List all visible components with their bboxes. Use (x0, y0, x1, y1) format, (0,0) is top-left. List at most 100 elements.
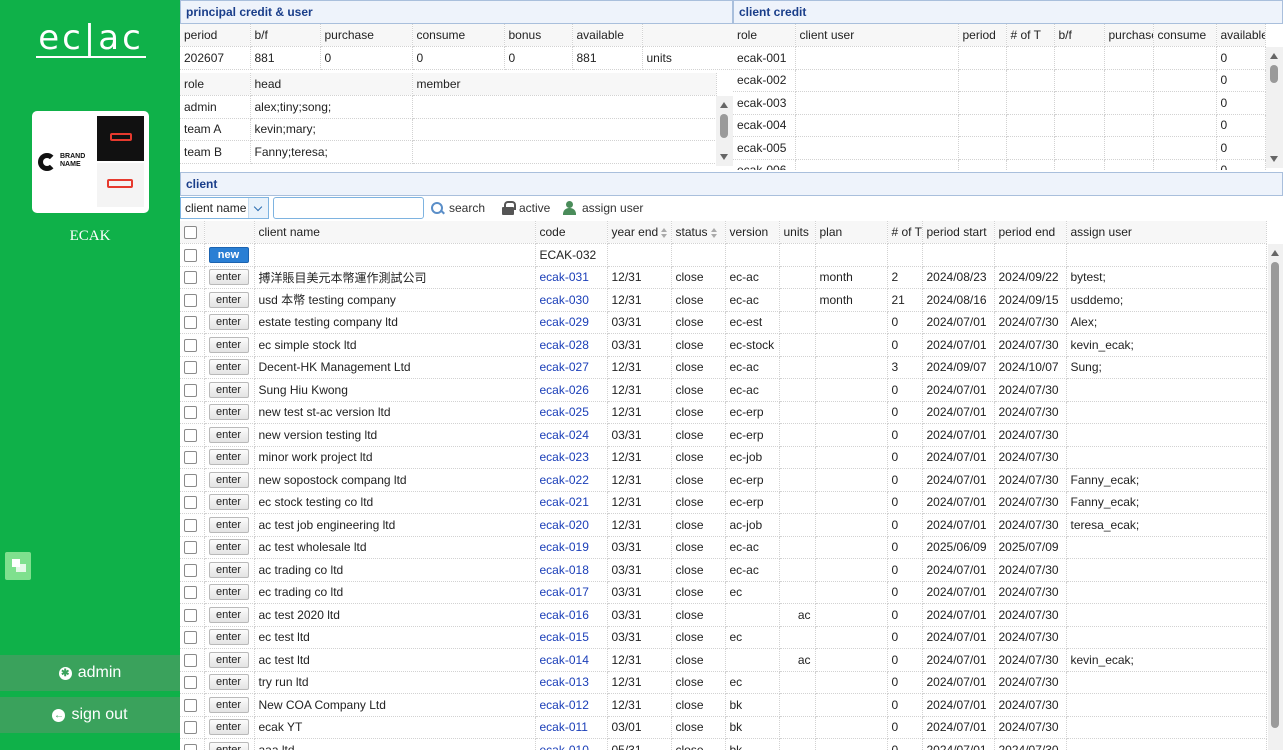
row-checkbox[interactable] (184, 653, 197, 667)
table-row[interactable]: enter 搏洋賬目美元本幣運作測試公司 ecak-031 12/31 close ec-… (180, 266, 1267, 289)
row-checkbox[interactable] (184, 338, 197, 352)
table-row[interactable]: admin alex;tiny;song; (180, 95, 717, 119)
client-code-link[interactable]: ecak-020 (540, 518, 589, 532)
enter-button[interactable]: enter (208, 426, 249, 443)
row-checkbox[interactable] (184, 631, 197, 645)
row-checkbox[interactable] (184, 428, 197, 442)
table-row[interactable]: enter ac trading co ltd ecak-018 03/31 close… (180, 558, 1267, 582)
search-button[interactable]: search (431, 197, 485, 219)
table-row[interactable]: enter ec simple stock ltd ecak-028 03/31 clo… (180, 333, 1267, 357)
column-header-period-end[interactable]: period end (994, 221, 1067, 244)
client-code-link[interactable]: ecak-018 (540, 563, 589, 577)
table-row[interactable]: enter new test st-ac version ltd ecak-025 1… (180, 401, 1267, 424)
table-row[interactable]: enter ac test job engineering ltd ecak-020… (180, 513, 1267, 537)
client-code-link[interactable]: ecak-014 (540, 653, 589, 667)
client-code-link[interactable]: ecak-015 (540, 630, 589, 644)
row-checkbox[interactable] (184, 496, 197, 510)
client-code-link[interactable]: ecak-027 (540, 360, 589, 374)
client-credit-scrollbar[interactable] (1266, 47, 1283, 168)
table-row[interactable]: ecak-002 0 (733, 69, 1266, 92)
table-row[interactable]: enter minor work project ltd ecak-023 12/31… (180, 446, 1267, 469)
row-checkbox[interactable] (184, 271, 197, 285)
table-row[interactable]: enter ecak YT ecak-011 03/01 close bk 0 2024/07… (180, 716, 1267, 739)
enter-button[interactable]: enter (208, 471, 249, 488)
table-row[interactable]: enter estate testing company ltd ecak-029 0… (180, 311, 1267, 334)
client-code-link[interactable]: ecak-028 (540, 338, 589, 352)
client-code-link[interactable]: ecak-030 (540, 293, 589, 307)
enter-button[interactable]: enter (208, 314, 249, 331)
enter-button[interactable]: enter (208, 561, 249, 578)
table-row[interactable]: enter aaa ltd ecak-010 05/31 close bk 0 2024/07… (180, 738, 1267, 750)
column-header-plan[interactable]: plan (815, 221, 888, 244)
row-checkbox[interactable] (184, 743, 197, 750)
table-row[interactable]: ecak-003 0 (733, 91, 1266, 115)
table-row[interactable]: ecak-001 0 (733, 46, 1266, 70)
client-scrollbar[interactable] (1268, 244, 1283, 750)
enter-button[interactable]: enter (208, 539, 249, 556)
column-header-code[interactable]: code (535, 221, 608, 244)
table-row[interactable]: enter ac test 2020 ltd ecak-016 03/31 close a… (180, 603, 1267, 627)
row-checkbox[interactable] (184, 698, 197, 712)
table-row[interactable]: team Akevin;mary; (180, 118, 717, 141)
enter-button[interactable]: enter (208, 269, 249, 286)
table-row[interactable]: enter Decent-HK Management Ltd ecak-027 12/… (180, 356, 1267, 379)
table-row[interactable]: team B Fanny;teresa; (180, 140, 717, 164)
enter-button[interactable]: enter (208, 381, 249, 398)
table-row[interactable]: enter usd 本幣 testing company ecak-030 12/31… (180, 288, 1267, 312)
enter-button[interactable]: enter (208, 449, 249, 466)
row-checkbox[interactable] (184, 248, 197, 262)
admin-button[interactable]: ✱ admin (0, 655, 180, 691)
row-checkbox[interactable] (184, 608, 197, 622)
column-header-units[interactable]: units (779, 221, 816, 244)
client-code-link[interactable]: ecak-031 (540, 270, 589, 284)
column-header-version[interactable]: version (725, 221, 780, 244)
client-code-link[interactable]: ecak-021 (540, 495, 589, 509)
enter-button[interactable]: enter (208, 719, 249, 736)
role-scrollbar[interactable] (716, 96, 733, 166)
client-code-link[interactable]: ecak-022 (540, 473, 589, 487)
table-row[interactable]: enter ec trading co ltd ecak-017 03/31 close… (180, 581, 1267, 604)
row-checkbox[interactable] (184, 563, 197, 577)
enter-button[interactable]: enter (208, 674, 249, 691)
sign-out-button[interactable]: ← sign out (0, 697, 180, 733)
table-row[interactable]: enter try run ltd ecak-013 12/31 close ec 0 202… (180, 671, 1267, 694)
client-search-input[interactable] (273, 197, 424, 219)
row-checkbox[interactable] (184, 473, 197, 487)
table-row[interactable]: enter Sung Hiu Kwong ecak-026 12/31 close ec-… (180, 378, 1267, 402)
row-checkbox[interactable] (184, 383, 197, 397)
client-code-link[interactable]: ecak-019 (540, 540, 589, 554)
table-row[interactable]: enter new sopostock compang ltd ecak-022 12… (180, 468, 1267, 492)
column-header-year-end[interactable]: year end (607, 221, 672, 244)
client-code-link[interactable]: ecak-017 (540, 585, 589, 599)
row-checkbox[interactable] (184, 451, 197, 465)
column-header-status[interactable]: status (671, 221, 726, 244)
table-row[interactable]: enter ac test ltd ecak-014 12/31 close ac 0 202… (180, 648, 1267, 672)
client-code-link[interactable]: ecak-013 (540, 675, 589, 689)
select-all-checkbox[interactable] (184, 226, 197, 240)
client-code-link[interactable]: ecak-011 (540, 720, 588, 734)
enter-button[interactable]: enter (208, 359, 249, 376)
client-code-link[interactable]: ecak-024 (540, 428, 589, 442)
sidebar-toggle-icon[interactable] (5, 552, 31, 580)
enter-button[interactable]: enter (208, 584, 249, 601)
assign-user-button[interactable]: assign user (563, 197, 643, 219)
client-code-link[interactable]: ecak-029 (540, 315, 589, 329)
column-header--of-t[interactable]: # of T (887, 221, 923, 244)
enter-button[interactable]: enter (208, 336, 249, 353)
client-code-link[interactable]: ecak-016 (540, 608, 589, 622)
client-code-link[interactable]: ecak-010 (540, 743, 589, 750)
enter-button[interactable]: enter (208, 494, 249, 511)
client-code-link[interactable]: ecak-026 (540, 383, 589, 397)
client-code-link[interactable]: ecak-023 (540, 450, 589, 464)
enter-button[interactable]: enter (208, 291, 249, 308)
table-row[interactable]: enter ec stock testing co ltd ecak-021 12/3… (180, 491, 1267, 514)
row-checkbox[interactable] (184, 518, 197, 532)
table-row[interactable]: ecak-005 0 (733, 136, 1266, 160)
enter-button[interactable]: enter (208, 516, 249, 533)
row-checkbox[interactable] (184, 676, 197, 690)
row-checkbox[interactable] (184, 293, 197, 307)
table-row[interactable]: ecak-006 0 (733, 159, 1266, 170)
row-checkbox[interactable] (184, 721, 197, 735)
active-button[interactable]: active (502, 197, 550, 219)
column-header-period-start[interactable]: period start (922, 221, 995, 244)
